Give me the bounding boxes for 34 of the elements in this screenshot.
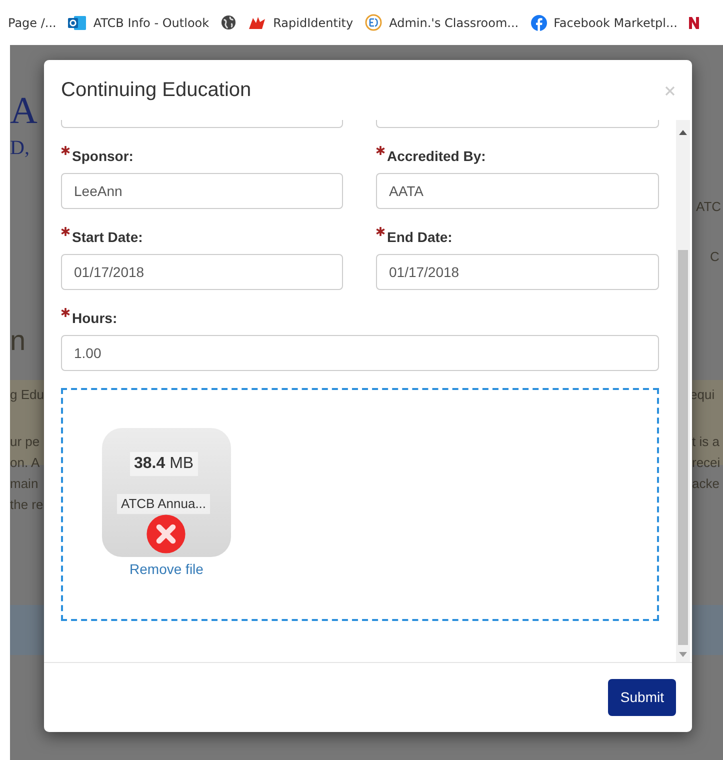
field-label: Sponsor: — [72, 147, 134, 166]
background-text: recei — [692, 454, 720, 472]
bookmark-link[interactable]: RapidIdentity — [273, 14, 354, 32]
input-field[interactable]: AATA — [376, 173, 659, 209]
input-field[interactable]: 1.00 — [61, 335, 659, 371]
field-label: Start Date: — [72, 228, 143, 247]
field-label: Accredited By: — [387, 147, 486, 166]
background-text: C — [710, 248, 720, 266]
file-dropzone[interactable]: 38.4 MB ATCB Annua... Remove file — [61, 388, 659, 621]
remove-file-link[interactable]: Remove file — [102, 559, 231, 580]
background-text: g Edu — [10, 386, 44, 404]
background-text: ur pe — [10, 433, 40, 451]
bookmark-link[interactable]: ATCB Info - Outlook — [93, 14, 210, 32]
background-text: t is a — [692, 433, 720, 451]
background-text: D, — [10, 136, 30, 161]
file-size: 38.4 MB — [130, 452, 198, 476]
background-text: on. A — [10, 454, 40, 472]
field-label: End Date: — [387, 228, 452, 247]
bookmark-link[interactable]: Facebook Marketpl... — [554, 14, 678, 32]
background-text: ATC — [696, 198, 722, 216]
modal-title: Continuing Education — [61, 78, 252, 103]
bookmark-link[interactable]: Page /... — [8, 14, 56, 32]
background-text: acke — [692, 475, 720, 493]
background-text: main — [10, 475, 38, 493]
input-field[interactable]: 01/17/2018 — [61, 254, 343, 290]
input-field[interactable]: 01/17/2018 — [376, 254, 659, 290]
background-text: n — [10, 324, 26, 358]
file-name: ATCB Annua... — [117, 494, 210, 514]
field-label: Hours: — [72, 309, 118, 328]
background-text: A — [10, 89, 38, 134]
input-field[interactable]: LeeAnn — [61, 173, 343, 209]
submit-button[interactable]: Submit — [608, 679, 676, 716]
bookmark-link[interactable]: Admin.'s Classroom... — [389, 14, 519, 32]
background-text: the re — [10, 496, 44, 514]
